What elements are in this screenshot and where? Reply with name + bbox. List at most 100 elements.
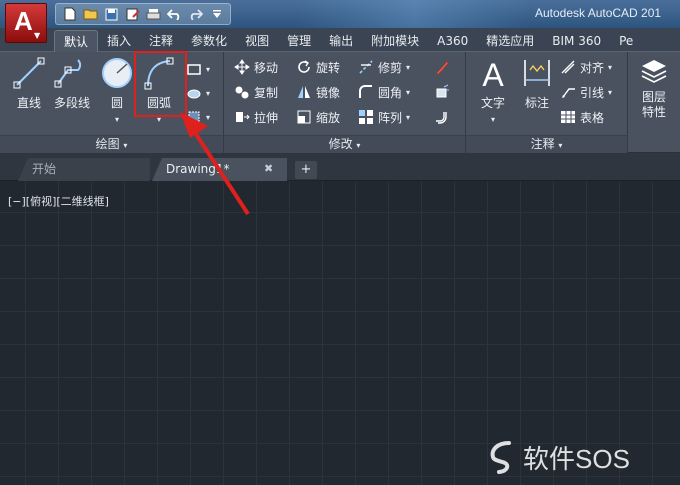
align-icon	[561, 60, 575, 74]
copy-button[interactable]: 复制	[234, 81, 278, 103]
tab-a360[interactable]: A360	[428, 30, 477, 52]
ribbon-panel-area: 直线 多段线 圆 ▾ 圆弧 ▾ ▾ ▾ ▾ 绘图 ▾ 移动 旋转 修剪 ▾ 复制…	[0, 52, 680, 153]
leader-button[interactable]: 引线 ▾	[560, 81, 612, 103]
leader-icon	[562, 88, 575, 98]
chevron-down-icon: ▾	[406, 87, 411, 97]
modify-panel-title-text: 修改	[328, 137, 353, 151]
dimension-button[interactable]: 标注	[516, 56, 558, 126]
saveas-icon[interactable]	[123, 5, 142, 23]
open-icon[interactable]	[81, 5, 100, 23]
tab-home[interactable]: 默认	[54, 30, 99, 52]
mirror-label: 镜像	[316, 85, 341, 100]
polyline-icon	[54, 59, 82, 88]
scale-button[interactable]: 缩放	[296, 106, 340, 128]
tab-manage[interactable]: 管理	[278, 30, 320, 52]
new-tab-button[interactable]: +	[295, 161, 317, 179]
chevron-down-icon: ▾	[406, 62, 411, 72]
tab-annotate[interactable]: 注释	[140, 30, 182, 52]
polyline-button[interactable]: 多段线	[50, 56, 94, 126]
title-bar: Autodesk AutoCAD 201	[0, 0, 680, 28]
circle-button[interactable]: 圆 ▾	[96, 56, 138, 126]
tab-start-label: 开始	[32, 162, 57, 176]
tab-insert[interactable]: 插入	[98, 30, 140, 52]
explode-button[interactable]	[434, 81, 450, 103]
offset-button[interactable]	[434, 106, 450, 128]
chevron-down-icon: ▾	[558, 141, 563, 150]
trim-label: 修剪	[378, 60, 403, 75]
hatch-icon	[187, 89, 201, 99]
circle-label: 圆	[110, 96, 123, 110]
rotate-icon	[298, 60, 310, 73]
move-button[interactable]: 移动	[234, 56, 278, 78]
rectangle-button[interactable]: ▾	[186, 58, 210, 80]
tab-view[interactable]: 视图	[236, 30, 278, 52]
quick-access-toolbar	[55, 3, 231, 25]
application-menu-button[interactable]: A ▼	[5, 3, 47, 43]
polyline-label: 多段线	[53, 96, 90, 110]
ribbon-tab-bar: 默认 插入 注释 参数化 视图 管理 输出 附加模块 A360 精选应用 BIM…	[0, 28, 680, 52]
line-button[interactable]: 直线	[8, 56, 50, 126]
annotation-panel-title[interactable]: 注释 ▾	[466, 135, 627, 153]
line-label: 直线	[16, 96, 41, 110]
align-button[interactable]: 对齐 ▾	[560, 56, 612, 78]
save-icon[interactable]	[102, 5, 121, 23]
table-label: 表格	[580, 110, 605, 125]
line-icon	[13, 57, 45, 89]
text-button[interactable]: A 文字 ▾	[472, 56, 514, 126]
hatch-button[interactable]: ▾	[186, 82, 210, 104]
chevron-down-icon: ▾	[406, 112, 411, 122]
table-button[interactable]: 表格	[560, 106, 604, 128]
text-icon: A	[482, 57, 504, 90]
customize-icon[interactable]	[207, 5, 226, 23]
circle-icon	[102, 58, 132, 88]
annotation-panel-title-text: 注释	[530, 137, 555, 151]
chevron-down-icon: ▾	[206, 64, 211, 74]
layer-properties-button[interactable]: 图层 特性	[632, 56, 676, 126]
draw-panel-title-text: 绘图	[95, 137, 120, 151]
new-icon[interactable]	[60, 5, 79, 23]
mirror-icon	[298, 86, 310, 98]
undo-icon[interactable]	[165, 5, 184, 23]
move-label: 移动	[254, 60, 279, 75]
rectangle-icon	[187, 64, 201, 75]
redo-icon[interactable]	[186, 5, 205, 23]
erase-button[interactable]	[434, 56, 450, 78]
viewport-controls[interactable]: [−][俯视][二维线框]	[8, 193, 109, 209]
fillet-icon	[359, 85, 372, 98]
move-icon	[234, 59, 250, 75]
trim-button[interactable]: 修剪 ▾	[358, 56, 410, 78]
layer-properties-label: 图层 特性	[641, 90, 666, 119]
leader-label: 引线	[580, 85, 605, 100]
array-icon	[359, 110, 373, 124]
rotate-button[interactable]: 旋转	[296, 56, 340, 78]
print-icon[interactable]	[144, 5, 163, 23]
tab-start[interactable]: 开始	[18, 158, 150, 181]
chevron-down-icon: ▾	[608, 87, 613, 97]
chevron-down-icon: ▾	[206, 88, 211, 98]
annotation-panel: A 文字 ▾ 标注 对齐 ▾ 引线 ▾ 表格 注释 ▾	[466, 52, 628, 153]
scale-label: 缩放	[316, 110, 341, 125]
text-label: 文字	[480, 96, 505, 110]
watermark: 软件SOS	[487, 437, 630, 477]
tab-featured-apps[interactable]: 精选应用	[477, 30, 543, 52]
tab-bim360[interactable]: BIM 360	[543, 30, 610, 52]
tab-addins[interactable]: 附加模块	[362, 30, 428, 52]
trim-icon	[359, 60, 373, 74]
watermark-text: 软件SOS	[523, 443, 630, 474]
array-label: 阵列	[378, 110, 403, 125]
erase-icon	[436, 61, 449, 75]
table-icon	[561, 111, 575, 123]
mirror-button[interactable]: 镜像	[296, 81, 340, 103]
tab-performance[interactable]: Pe	[610, 30, 642, 52]
chevron-down-icon: ▼	[34, 31, 41, 40]
watermark-logo-icon	[490, 441, 511, 474]
tab-output[interactable]: 输出	[320, 30, 362, 52]
document-tab-bar: 开始 Drawing1* ✖	[0, 153, 680, 181]
dimension-label: 标注	[524, 96, 549, 110]
array-button[interactable]: 阵列 ▾	[358, 106, 410, 128]
fillet-label: 圆角	[378, 85, 403, 100]
fillet-button[interactable]: 圆角 ▾	[358, 81, 410, 103]
scale-icon	[297, 110, 311, 124]
tab-parametric[interactable]: 参数化	[182, 30, 236, 52]
annotation-arrow-icon	[180, 112, 250, 216]
